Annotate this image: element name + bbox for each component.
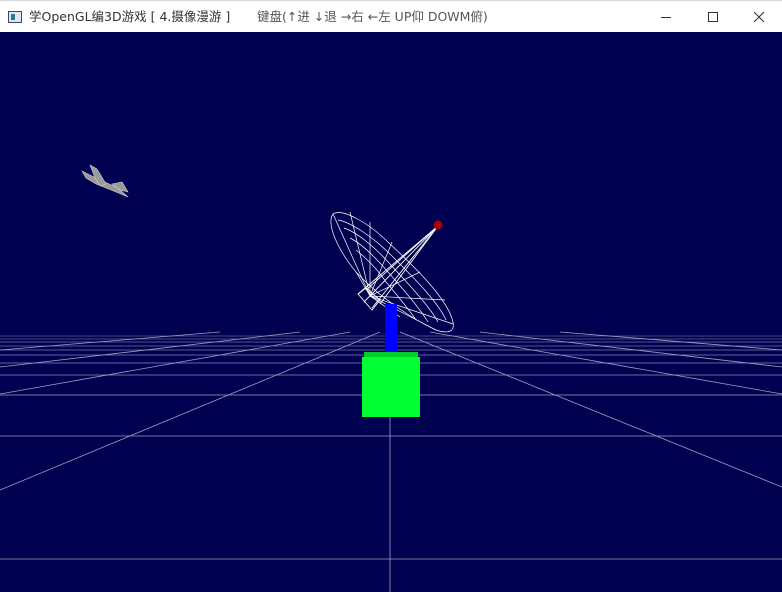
keyboard-help-text: 键盘(↑进 ↓退 →右 ←左 UP仰 DOWM俯) [257,9,488,24]
minimize-icon [661,17,671,18]
title-bar[interactable]: 学OpenGL编3D游戏 [ 4.摄像漫游 ] 键盘(↑进 ↓退 →右 ←左 U… [0,0,782,32]
dish-feed-tip [433,220,443,230]
base-cube [362,357,420,417]
opengl-viewport[interactable] [0,32,782,592]
close-icon [753,11,765,23]
minimize-button[interactable] [643,1,689,33]
app-icon-pane [11,14,15,20]
maximize-icon [708,12,718,22]
window-title: 学OpenGL编3D游戏 [ 4.摄像漫游 ] [29,9,231,24]
dish-pole [385,304,397,358]
app-icon[interactable] [8,11,22,23]
close-button[interactable] [736,1,782,33]
maximize-button[interactable] [690,1,736,33]
scene-canvas [0,32,782,592]
